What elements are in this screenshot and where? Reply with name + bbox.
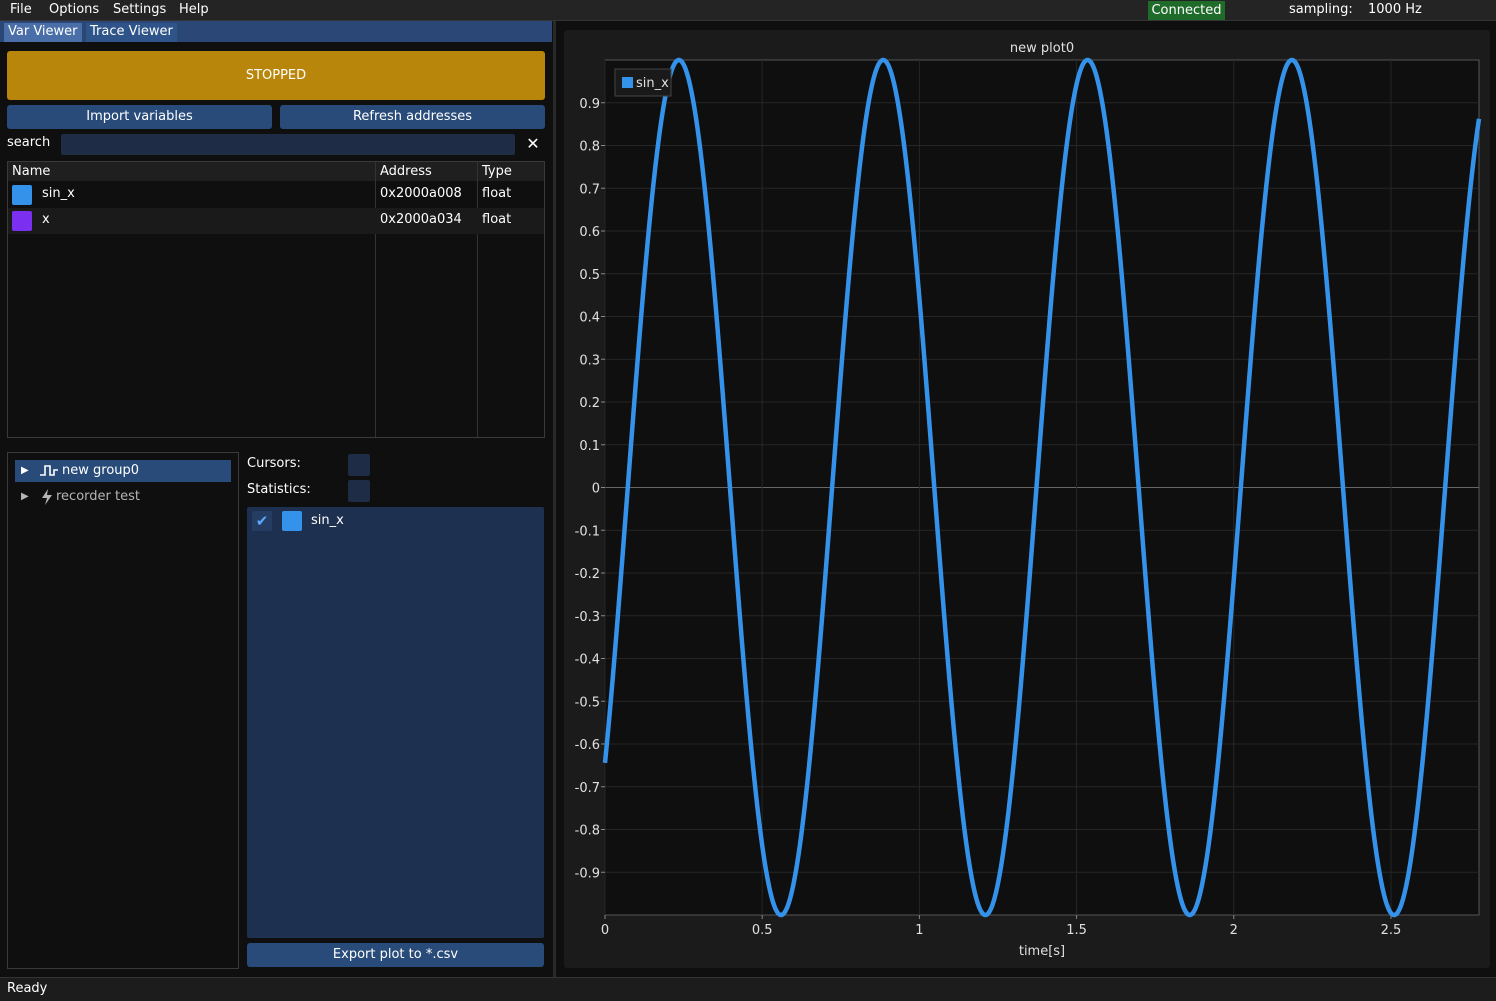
variable-name: sin_x [42, 186, 75, 201]
y-tick-label: 0.7 [579, 182, 600, 197]
sampling-label: sampling: [1289, 2, 1353, 17]
search-input[interactable] [61, 134, 515, 155]
group-item-new-group0[interactable]: ▶ new group0 [15, 460, 231, 482]
column-header-name[interactable]: Name [8, 162, 375, 181]
y-axis-ticks: 0.9 0.8 0.7 0.6 0.5 0.4 0.3 0.2 0.1 0 -0.1 -0.2 -0.3… [575, 97, 605, 881]
y-tick-label: -0.5 [575, 695, 600, 710]
menu-settings[interactable]: Settings [113, 2, 166, 17]
cursors-checkbox[interactable] [348, 454, 370, 476]
tab-var-viewer[interactable]: Var Viewer [4, 23, 82, 42]
y-tick-label: -0.3 [575, 610, 600, 625]
y-tick-label: 0.6 [579, 225, 600, 240]
series-list: ✔ sin_x [247, 507, 544, 938]
menu-bar: File Options Settings Help Connected sam… [0, 0, 1496, 21]
y-tick-label: -0.1 [575, 524, 600, 539]
checkmark-icon: ✔ [255, 512, 269, 530]
color-swatch[interactable] [12, 185, 32, 205]
variables-table: Name Address Type sin_x 0x2000a008 float… [7, 161, 545, 438]
column-header-address[interactable]: Address [376, 162, 477, 181]
x-tick-label: 1 [915, 923, 923, 938]
tab-bar: Var Viewer Trace Viewer [0, 21, 552, 42]
panel-splitter[interactable] [553, 21, 556, 977]
refresh-addresses-button[interactable]: Refresh addresses [280, 105, 545, 129]
table-row[interactable]: x 0x2000a034 float [8, 208, 544, 234]
lightning-icon [39, 486, 55, 516]
plot-panel: new plot0 0.9 0.8 0.7 0.6 0.5 0.4 0.3 0.2 0.1 0 -0… [564, 30, 1490, 968]
clear-search-icon[interactable]: ✕ [525, 134, 541, 154]
y-tick-label: -0.6 [575, 738, 600, 753]
series-color-swatch[interactable] [282, 511, 302, 531]
y-tick-label: 0.9 [579, 97, 600, 112]
y-tick-label: 0.3 [579, 353, 600, 368]
import-variables-button[interactable]: Import variables [7, 105, 272, 129]
y-tick-label: 0.4 [579, 311, 600, 326]
legend-swatch [622, 77, 633, 88]
y-tick-label: -0.9 [575, 866, 600, 881]
cursors-label: Cursors: [247, 456, 301, 471]
y-tick-label: -0.4 [575, 653, 600, 668]
variable-address: 0x2000a034 [380, 212, 462, 227]
y-tick-label: -0.2 [575, 567, 600, 582]
expand-arrow-icon[interactable]: ▶ [21, 486, 29, 508]
y-tick-label: 0.8 [579, 140, 600, 155]
variable-type: float [482, 186, 512, 201]
y-tick-label: -0.8 [575, 824, 600, 839]
variable-type: float [482, 212, 512, 227]
series-name: sin_x [311, 513, 344, 528]
variable-address: 0x2000a008 [380, 186, 462, 201]
group-item-recorder-test[interactable]: ▶ recorder test [15, 486, 231, 508]
statistics-checkbox[interactable] [348, 480, 370, 502]
x-tick-label: 0.5 [752, 923, 773, 938]
x-tick-label: 2 [1230, 923, 1238, 938]
menu-file[interactable]: File [10, 2, 32, 17]
x-tick-label: 0 [601, 923, 609, 938]
export-csv-button[interactable]: Export plot to *.csv [247, 943, 544, 967]
y-tick-label: 0.5 [579, 268, 600, 283]
y-tick-label: -0.7 [575, 781, 600, 796]
search-label: search [7, 135, 51, 150]
legend-label: sin_x [636, 76, 669, 91]
y-tick-label: 0 [592, 482, 600, 497]
status-bar: Ready [0, 977, 1496, 1001]
grid-lines [604, 60, 1479, 915]
table-row[interactable]: sin_x 0x2000a008 float [8, 182, 544, 208]
x-axis-label: time[s] [1019, 944, 1065, 959]
series-visible-checkbox[interactable]: ✔ [252, 511, 272, 531]
plot-options-panel: Cursors: Statistics: ✔ sin_x Export plot… [247, 451, 545, 971]
status-text: Ready [7, 981, 48, 996]
y-tick-label: 0.1 [579, 439, 600, 454]
expand-arrow-icon[interactable]: ▶ [21, 460, 29, 482]
color-swatch[interactable] [12, 211, 32, 231]
x-axis-ticks: 0 0.5 1 1.5 2 2.5 [601, 915, 1401, 938]
x-tick-label: 2.5 [1381, 923, 1402, 938]
y-tick-label: 0.2 [579, 396, 600, 411]
group-label: new group0 [62, 463, 140, 478]
plot-canvas[interactable]: new plot0 0.9 0.8 0.7 0.6 0.5 0.4 0.3 0.2 0.1 0 -0… [564, 30, 1490, 968]
group-label: recorder test [56, 489, 140, 504]
column-header-type[interactable]: Type [478, 162, 544, 181]
menu-help[interactable]: Help [179, 2, 209, 17]
run-stop-button[interactable]: STOPPED [7, 51, 545, 100]
plot-groups-tree: ▶ new group0 ▶ recorder test [7, 452, 239, 969]
legend[interactable]: sin_x [614, 68, 672, 97]
menu-options[interactable]: Options [49, 2, 99, 17]
left-panel: Var Viewer Trace Viewer STOPPED Import v… [0, 21, 552, 977]
statistics-label: Statistics: [247, 482, 311, 497]
tab-trace-viewer[interactable]: Trace Viewer [86, 23, 177, 42]
sampling-value: 1000 Hz [1368, 2, 1422, 17]
variable-name: x [42, 212, 50, 227]
x-tick-label: 1.5 [1066, 923, 1087, 938]
connection-status-badge: Connected [1148, 1, 1225, 20]
plot-title: new plot0 [1010, 41, 1074, 56]
